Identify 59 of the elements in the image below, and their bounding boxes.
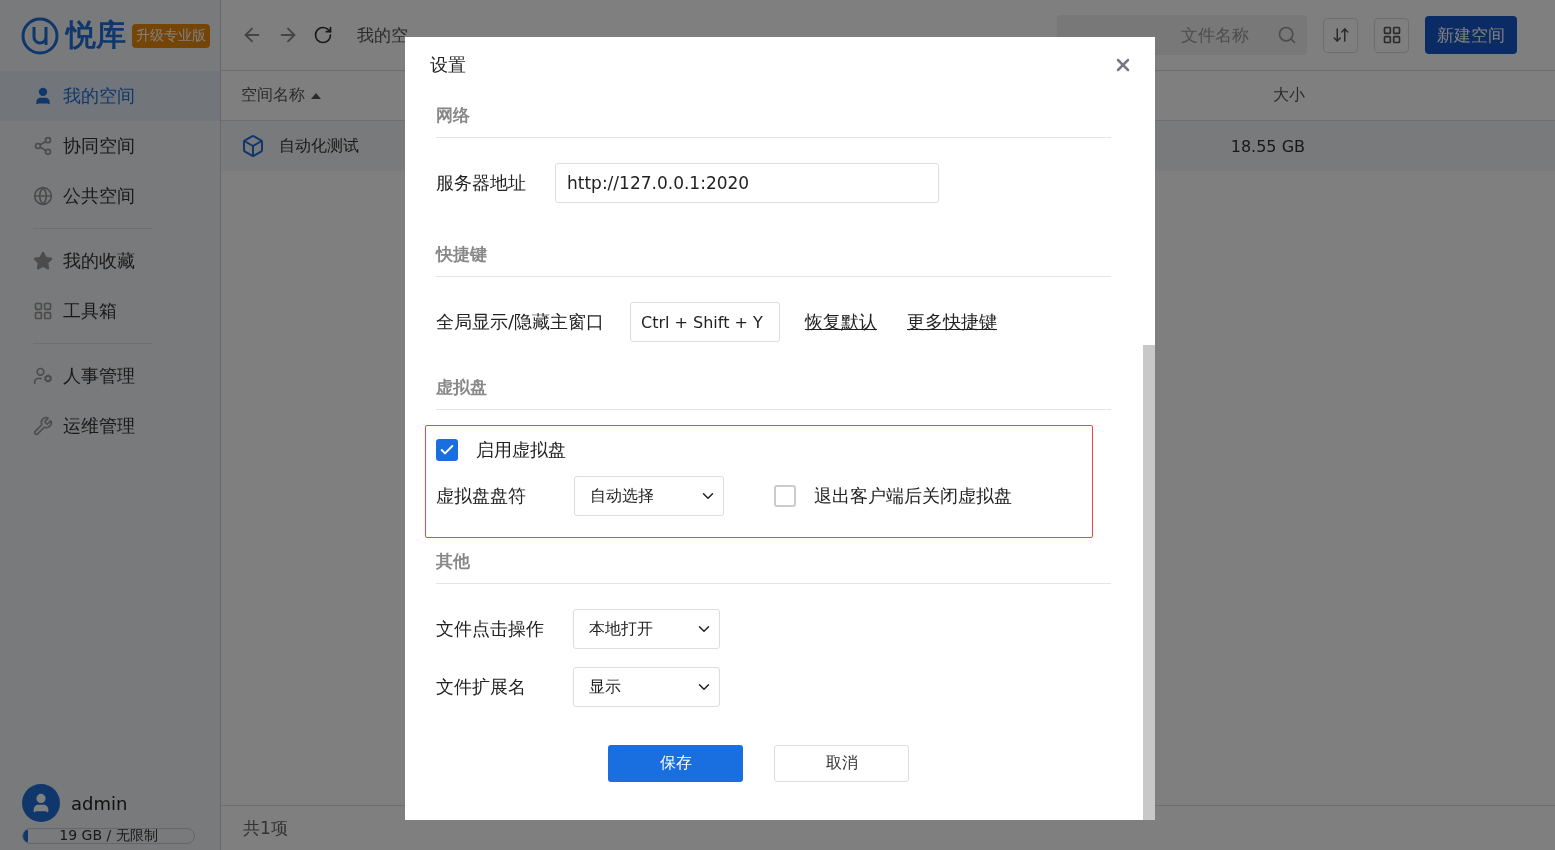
field-label: 虚拟盘盘符: [436, 484, 527, 508]
logo-icon: [20, 15, 60, 56]
search-icon[interactable]: [1277, 25, 1297, 45]
server-address-field[interactable]: http://127.0.0.1:2020: [555, 163, 939, 203]
user-gear-icon: [33, 366, 53, 386]
section-title: 网络: [436, 92, 1111, 138]
sort-button[interactable]: [1323, 17, 1358, 53]
section-title: 其他: [436, 538, 1111, 584]
new-space-button[interactable]: 新建空间: [1425, 16, 1517, 54]
sidebar-item[interactable]: 工具箱: [0, 286, 220, 336]
checkbox-label: 启用虚拟盘: [476, 438, 566, 462]
scrollbar-thumb[interactable]: [1143, 345, 1155, 820]
option-select[interactable]: 显示: [573, 667, 720, 707]
drive-select[interactable]: 自动选择: [574, 476, 724, 516]
star-icon: [33, 251, 53, 271]
breadcrumb[interactable]: 我的空: [357, 23, 408, 47]
sort-arrows-icon: [1331, 26, 1350, 44]
wrench-icon: [33, 416, 53, 436]
cancel-button[interactable]: 取消: [774, 745, 909, 782]
field-label: 文件扩展名: [436, 675, 527, 699]
sidebar-item[interactable]: 协同空间: [0, 121, 220, 171]
field-label: 文件点击操作: [436, 617, 545, 641]
section-title: 快捷键: [436, 231, 1111, 277]
more-shortcuts-link[interactable]: 更多快捷键: [907, 310, 997, 334]
space-size: 18.55 GB: [1230, 136, 1305, 156]
item-count: 共1项: [243, 816, 288, 840]
grid-icon: [1381, 25, 1402, 45]
checkbox[interactable]: [774, 485, 796, 507]
section-title: 虚拟盘: [436, 364, 1111, 410]
sidebar-item[interactable]: 我的收藏: [0, 236, 220, 286]
globe-icon: [33, 186, 53, 206]
upgrade-badge[interactable]: 升级专业版: [132, 23, 210, 48]
user-name: admin: [71, 792, 128, 814]
sort-up-icon: [311, 92, 321, 99]
sidebar-item[interactable]: 公共空间: [0, 171, 220, 221]
field-label: 服务器地址: [436, 171, 527, 195]
person-icon: [33, 86, 53, 106]
refresh-icon[interactable]: [313, 25, 333, 45]
space-name: 自动化测试: [279, 135, 359, 157]
sidebar-item[interactable]: 运维管理: [0, 401, 220, 451]
sidebar-item[interactable]: 人事管理: [0, 351, 220, 401]
storage-text: 19 GB / 无限制: [59, 829, 158, 843]
view-button[interactable]: [1374, 17, 1409, 53]
shortcut-field[interactable]: Ctrl + Shift + Y: [630, 302, 780, 342]
cube-icon: [241, 134, 265, 158]
column-header[interactable]: 大小: [1273, 85, 1305, 106]
save-button[interactable]: 保存: [608, 745, 743, 782]
share-icon: [33, 136, 53, 156]
sidebar-item[interactable]: 我的空间: [0, 71, 220, 121]
option-select[interactable]: 本地打开: [573, 609, 720, 649]
reset-link[interactable]: 恢复默认: [805, 310, 877, 334]
dialog-title: 设置: [430, 52, 466, 77]
column-header[interactable]: 空间名称: [241, 85, 321, 106]
app-name: 悦库: [66, 16, 126, 54]
avatar[interactable]: [22, 784, 60, 822]
field-label: 全局显示/隐藏主窗口: [436, 310, 606, 334]
checkbox[interactable]: [436, 439, 458, 461]
checkbox-label: 退出客户端后关闭虚拟盘: [814, 484, 1012, 508]
grid-icon: [33, 301, 53, 321]
